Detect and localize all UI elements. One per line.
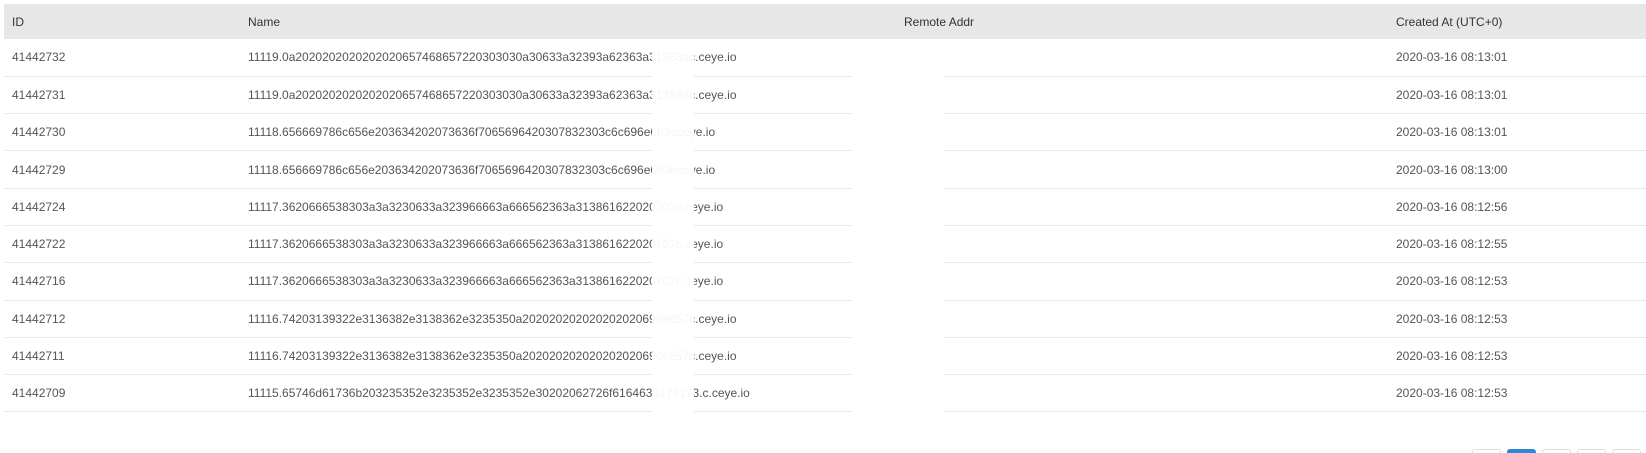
header-name[interactable]: Name [240, 4, 896, 39]
table-body: 41442732 11119.0a202020202020202065746865… [4, 39, 1646, 413]
table-row[interactable]: 41442716 11117.3620666538303a3a3230633a32… [4, 262, 1646, 301]
cell-remote-addr [896, 76, 1388, 115]
cell-name-text: 11117.3620666538303a3a3230633a323966663a… [248, 199, 676, 214]
cell-remote-addr [896, 337, 1388, 376]
header-remote-addr[interactable]: Remote Addr [896, 4, 1388, 39]
cell-id: 41442709 [4, 374, 240, 413]
table-row[interactable]: 41442732 11119.0a202020202020202065746865… [4, 39, 1646, 77]
cell-name: 11117.3620666538303a3a3230633a323966663a… [240, 262, 896, 301]
pagination [1472, 449, 1641, 453]
cell-name-suffix: c.ceye.io [689, 349, 737, 364]
cell-created-at: 2020-03-16 08:12:53 [1388, 262, 1646, 301]
cell-id: 41442722 [4, 225, 240, 264]
cell-remote-addr [896, 39, 1388, 77]
cell-id: 41442711 [4, 337, 240, 376]
page-button[interactable] [1542, 449, 1571, 453]
cell-id: 41442730 [4, 113, 240, 152]
cell-name: 11115.65746d61736b203235352e3235352e3235… [240, 374, 896, 413]
redaction-mask-remote [852, 40, 944, 414]
table-row[interactable]: 41442711 11116.74203139322e3136382e313836… [4, 337, 1646, 376]
cell-created-at: 2020-03-16 08:12:53 [1388, 300, 1646, 338]
cell-name-text: 11116.74203139322e3136382e3138362e323535… [248, 349, 690, 364]
cell-name: 11118.656669786c656e203634202073636f7065… [240, 150, 896, 189]
cell-id: 41442716 [4, 262, 240, 301]
cell-name-suffix: c.ceye.io [689, 311, 737, 326]
cell-name-text: 11116.74203139322e3136382e3138362e323535… [248, 311, 690, 326]
page-button[interactable] [1472, 449, 1501, 453]
redaction-mask-name [652, 44, 694, 414]
cell-name: 11116.74203139322e3136382e3138362e323535… [240, 337, 896, 376]
cell-name-text: 11117.3620666538303a3a3230633a323966663a… [248, 274, 676, 289]
page-button[interactable] [1577, 449, 1606, 453]
table-row[interactable]: 41442729 11118.656669786c656e203634202073… [4, 150, 1646, 189]
cell-created-at: 2020-03-16 08:12:53 [1388, 374, 1646, 413]
table-row[interactable]: 41442709 11115.65746d61736b203235352e3235… [4, 374, 1646, 413]
cell-remote-addr [896, 262, 1388, 301]
cell-remote-addr [896, 225, 1388, 264]
cell-id: 41442724 [4, 188, 240, 226]
cell-id: 41442729 [4, 150, 240, 189]
dns-records-table: ID Name Remote Addr Created At (UTC+0) 4… [4, 4, 1646, 413]
cell-name: 11117.3620666538303a3a3230633a323966663a… [240, 188, 896, 226]
cell-created-at: 2020-03-16 08:13:01 [1388, 39, 1646, 77]
cell-remote-addr [896, 150, 1388, 189]
cell-id: 41442731 [4, 76, 240, 115]
cell-created-at: 2020-03-16 08:13:01 [1388, 76, 1646, 115]
cell-remote-addr [896, 374, 1388, 413]
table-row[interactable]: 41442724 11117.3620666538303a3a3230633a32… [4, 188, 1646, 226]
cell-created-at: 2020-03-16 08:12:56 [1388, 188, 1646, 226]
cell-name-text: 11119.0a20202020202020206574686572203030… [248, 50, 690, 65]
cell-name-text: 11118.656669786c656e203634202073636f7065… [248, 162, 678, 177]
cell-name-suffix: c.ceye.io [689, 50, 737, 65]
cell-created-at: 2020-03-16 08:13:01 [1388, 113, 1646, 152]
cell-name: 11118.656669786c656e203634202073636f7065… [240, 113, 896, 152]
cell-name-text: 11119.0a20202020202020206574686572203030… [248, 87, 690, 102]
page-button[interactable] [1612, 449, 1641, 453]
table-row[interactable]: 41442731 11119.0a202020202020202065746865… [4, 76, 1646, 115]
header-created-at[interactable]: Created At (UTC+0) [1388, 4, 1646, 39]
cell-remote-addr [896, 300, 1388, 338]
table-row[interactable]: 41442722 11117.3620666538303a3a3230633a32… [4, 225, 1646, 264]
cell-id: 41442712 [4, 300, 240, 338]
cell-name: 11117.3620666538303a3a3230633a323966663a… [240, 225, 896, 264]
page-button[interactable] [1507, 449, 1536, 453]
cell-name-text: 11117.3620666538303a3a3230633a323966663a… [248, 237, 676, 252]
table-header-row: ID Name Remote Addr Created At (UTC+0) [4, 4, 1646, 39]
cell-created-at: 2020-03-16 08:12:55 [1388, 225, 1646, 264]
cell-created-at: 2020-03-16 08:13:00 [1388, 150, 1646, 189]
cell-name-text: 11118.656669786c656e203634202073636f7065… [248, 125, 678, 140]
cell-name-text: 11115.65746d61736b203235352e3235352e3235… [248, 386, 680, 401]
table-row[interactable]: 41442730 11118.656669786c656e203634202073… [4, 113, 1646, 152]
cell-name: 11119.0a20202020202020206574686572203030… [240, 39, 896, 77]
cell-name: 11119.0a20202020202020206574686572203030… [240, 76, 896, 115]
header-id[interactable]: ID [4, 4, 240, 39]
cell-remote-addr [896, 188, 1388, 226]
cell-id: 41442732 [4, 39, 240, 77]
cell-created-at: 2020-03-16 08:12:53 [1388, 337, 1646, 376]
cell-remote-addr [896, 113, 1388, 152]
table-row[interactable]: 41442712 11116.74203139322e3136382e313836… [4, 300, 1646, 338]
cell-name: 11116.74203139322e3136382e3138362e323535… [240, 300, 896, 338]
cell-name-suffix: c.ceye.io [689, 87, 737, 102]
